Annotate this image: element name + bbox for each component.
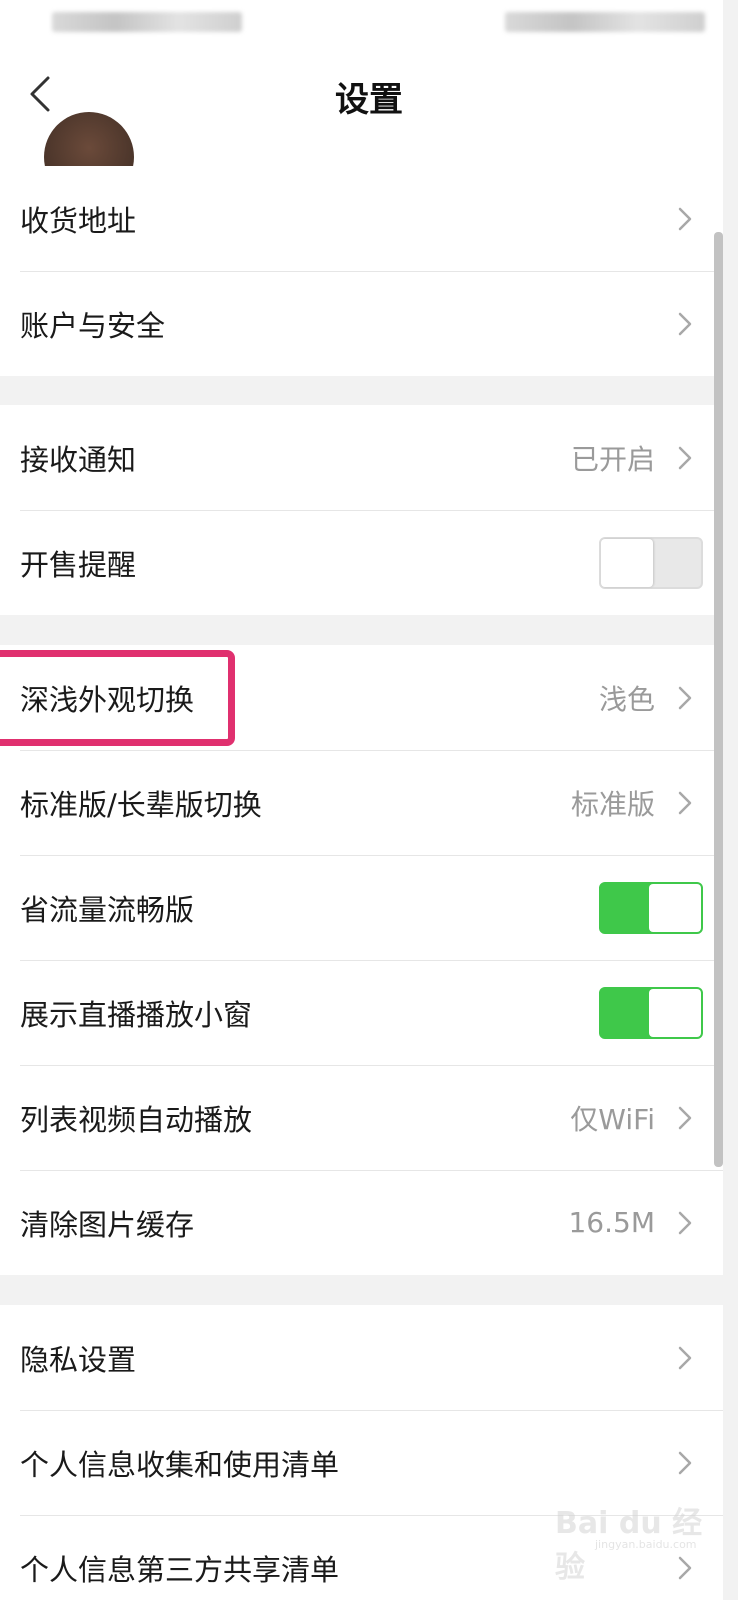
settings-item-video-autoplay[interactable]: 列表视频自动播放 仅WiFi	[0, 1065, 723, 1170]
toggle-knob	[649, 988, 701, 1037]
status-bar-right-blurred	[505, 12, 705, 32]
settings-item-receive-notifications[interactable]: 接收通知 已开启	[0, 405, 723, 510]
settings-item-value: 已开启	[570, 442, 655, 476]
settings-item-value: 浅色	[598, 682, 655, 716]
section-account: 收货地址 账户与安全	[0, 166, 723, 376]
settings-item-privacy[interactable]: 隐私设置	[0, 1305, 723, 1410]
settings-item-shipping-address[interactable]: 收货地址	[0, 166, 723, 271]
settings-item-label: 收货地址	[20, 203, 137, 238]
settings-item-label: 省流量流畅版	[20, 892, 195, 927]
baidu-jingyan-watermark: Bai du 经验 jingyan.baidu.com	[555, 1490, 725, 1585]
navigation-bar: 设置	[0, 44, 738, 166]
settings-item-sale-reminder: 开售提醒	[0, 510, 723, 615]
settings-item-label: 个人信息第三方共享清单	[20, 1552, 340, 1587]
settings-item-label: 隐私设置	[20, 1342, 137, 1377]
settings-item-label: 深浅外观切换	[20, 682, 195, 717]
settings-item-edition-switch[interactable]: 标准版/长辈版切换 标准版	[0, 750, 723, 855]
chevron-right-icon	[678, 312, 692, 335]
status-bar	[0, 0, 738, 44]
chevron-right-icon	[678, 1346, 692, 1369]
sale-reminder-toggle[interactable]	[599, 536, 703, 589]
live-mini-window-toggle[interactable]	[599, 986, 703, 1039]
scrollbar[interactable]	[714, 232, 723, 1167]
chevron-right-icon	[678, 1106, 692, 1129]
page-title: 设置	[335, 80, 403, 120]
settings-item-label: 列表视频自动播放	[20, 1102, 253, 1137]
settings-item-data-saver: 省流量流畅版	[0, 855, 723, 960]
status-bar-left-blurred	[52, 12, 242, 32]
chevron-right-icon	[678, 791, 692, 814]
section-notifications: 接收通知 已开启 开售提醒	[0, 405, 723, 615]
toggle-knob	[601, 538, 653, 587]
settings-item-label: 标准版/长辈版切换	[20, 787, 262, 822]
chevron-right-icon	[678, 686, 692, 709]
toggle-knob	[649, 883, 701, 932]
chevron-right-icon	[678, 207, 692, 230]
watermark-url: jingyan.baidu.com	[595, 1538, 697, 1551]
chevron-right-icon	[678, 446, 692, 469]
settings-item-label: 清除图片缓存	[20, 1207, 195, 1242]
settings-item-label: 开售提醒	[20, 547, 137, 582]
chevron-right-icon	[678, 1451, 692, 1474]
settings-item-live-mini-window: 展示直播播放小窗	[0, 960, 723, 1065]
settings-item-account-security[interactable]: 账户与安全	[0, 271, 723, 376]
settings-item-appearance-switch[interactable]: 深浅外观切换 浅色	[0, 645, 723, 750]
section-display: 深浅外观切换 浅色 标准版/长辈版切换 标准版 省流量流畅版 展示直播播放小窗 …	[0, 645, 723, 1275]
settings-item-label: 展示直播播放小窗	[20, 997, 253, 1032]
right-edge	[723, 0, 738, 1600]
settings-item-value: 仅WiFi	[570, 1102, 655, 1136]
settings-item-label: 接收通知	[20, 442, 137, 477]
settings-item-label: 个人信息收集和使用清单	[20, 1447, 340, 1482]
chevron-right-icon	[678, 1211, 692, 1234]
settings-item-value: 标准版	[570, 787, 655, 821]
settings-item-value: 16.5M	[568, 1206, 655, 1239]
settings-item-clear-image-cache[interactable]: 清除图片缓存 16.5M	[0, 1170, 723, 1275]
settings-item-label: 账户与安全	[20, 308, 166, 343]
data-saver-toggle[interactable]	[599, 881, 703, 934]
